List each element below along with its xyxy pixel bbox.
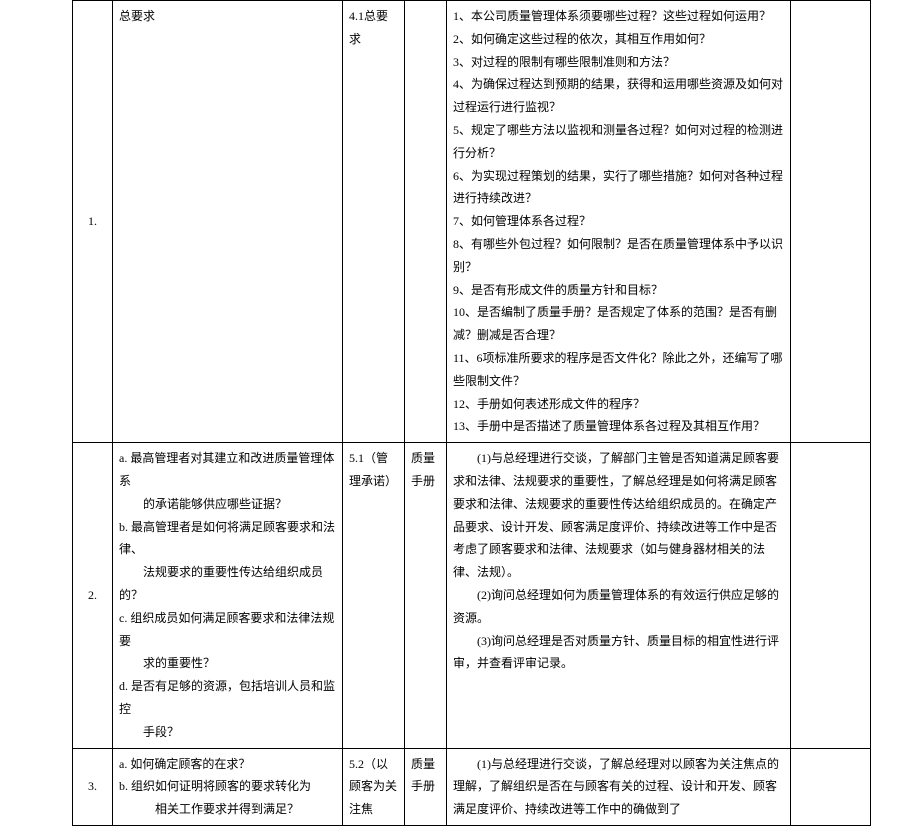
row-remark [791,443,871,748]
row-topic: a. 最高管理者对其建立和改进质量管理体系 的承诺能够供应哪些证据？ b. 最高… [113,443,343,748]
table-row: 3. a. 如何确定顾客的在求？ b. 组织如何证明将顾客的要求转化为 相关工作… [73,748,871,825]
row-remark [791,1,871,443]
table-row: 1. 总要求 4.1总要求 1、本公司质量管理体系须要哪些过程？这些过程如何运用… [73,1,871,443]
row-doc: 质量手册 [405,748,447,825]
row-clause: 5.1（管理承诺） [343,443,405,748]
row-topic: 总要求 [113,1,343,443]
row-num: 3. [73,748,113,825]
row-num: 2. [73,443,113,748]
row-remark [791,748,871,825]
row-clause: 4.1总要求 [343,1,405,443]
row-topic: a. 如何确定顾客的在求？ b. 组织如何证明将顾客的要求转化为 相关工作要求并… [113,748,343,825]
row-questions: 1、本公司质量管理体系须要哪些过程？这些过程如何运用？ 2、如何确定这些过程的依… [447,1,791,443]
row-questions: (1)与总经理进行交谈，了解总经理对以顾客为关注焦点的理解，了解组织是否在与顾客… [447,748,791,825]
row-questions: (1)与总经理进行交谈，了解部门主管是否知道满足顾客要求和法律、法规要求的重要性… [447,443,791,748]
row-doc: 质量手册 [405,443,447,748]
audit-table: 1. 总要求 4.1总要求 1、本公司质量管理体系须要哪些过程？这些过程如何运用… [72,0,871,826]
row-doc [405,1,447,443]
row-clause: 5.2（以顾客为关注焦 [343,748,405,825]
table-row: 2. a. 最高管理者对其建立和改进质量管理体系 的承诺能够供应哪些证据？ b.… [73,443,871,748]
row-num: 1. [73,1,113,443]
